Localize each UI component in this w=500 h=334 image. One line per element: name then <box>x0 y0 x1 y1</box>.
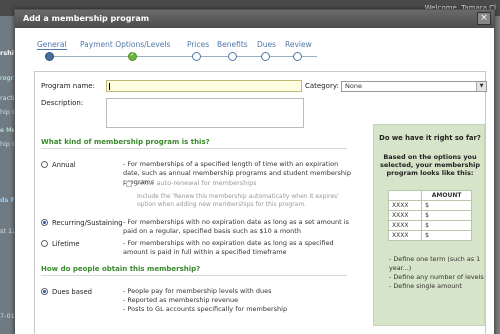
summary-panel: Do we have it right so far? Based on the… <box>373 124 485 326</box>
tab-general[interactable]: General <box>37 40 67 49</box>
tab-benefits[interactable]: Benefits <box>217 40 248 49</box>
lifetime-description: - For memberships with no expiration dat… <box>123 239 334 256</box>
description-textarea[interactable] <box>106 98 304 128</box>
level-name-cell: XXXX <box>387 230 423 241</box>
kind-section-title: What kind of membership program is this? <box>41 138 210 146</box>
level-name-cell: XXXX <box>387 200 423 211</box>
wizard-progress-line <box>49 56 317 57</box>
auto-renewal-checkbox[interactable] <box>126 181 132 187</box>
summary-bullet: - Define single amount <box>389 282 462 290</box>
tab-prices[interactable]: Prices <box>187 40 209 49</box>
summary-bullet: - Define any number of levels <box>389 273 484 281</box>
lifetime-radio[interactable] <box>41 240 48 247</box>
amount-column-header: AMOUNT <box>421 190 472 201</box>
table-row: XXXX $ <box>387 210 472 221</box>
category-value: None <box>345 82 362 90</box>
table-row: XXXX $ <box>387 230 472 241</box>
step-dot-icon[interactable] <box>293 52 302 61</box>
summary-subtitle: Based on the options you selected, your … <box>379 153 481 177</box>
background-page: rshi rogra ractive hip C e Me hip C ds f… <box>0 16 14 334</box>
table-row: XXXX $ <box>387 200 472 211</box>
bg-fragment: rogra <box>0 74 14 82</box>
annual-radio[interactable] <box>41 161 48 168</box>
dues-based-radio[interactable] <box>41 288 48 295</box>
dialog-title: Add a membership program <box>15 10 494 28</box>
bg-fragment: st 12 m <box>0 227 14 235</box>
dues-bullet: - Reported as membership revenue <box>123 296 239 304</box>
add-membership-dialog: Add a membership program × General Payme… <box>14 9 495 334</box>
bg-fragment: ractive <box>0 94 14 102</box>
step-dot-icon[interactable] <box>192 52 201 61</box>
table-row: XXXX $ <box>387 220 472 231</box>
level-name-cell: XXXX <box>387 220 423 231</box>
auto-renewal-label: Allow auto-renewal for memberships <box>137 179 257 187</box>
tab-payment-options-levels[interactable]: Payment Options/Levels <box>80 40 170 49</box>
amount-cell: $ <box>421 210 472 221</box>
dues-bullet: - People pay for membership levels with … <box>123 287 272 295</box>
dues-section-title: How do people obtain this membership? <box>41 265 201 273</box>
chevron-down-icon[interactable]: ▼ <box>476 82 486 91</box>
lifetime-label[interactable]: Lifetime <box>52 240 80 248</box>
step-dot-icon[interactable] <box>261 52 270 61</box>
bg-fragment: 7-01-21 <box>0 312 14 320</box>
program-name-label: Program name: <box>41 82 95 90</box>
tab-review[interactable]: Review <box>285 40 312 49</box>
bg-fragment: e Me <box>0 126 14 134</box>
level-name-cell: XXXX <box>387 210 423 221</box>
program-name-input[interactable] <box>106 80 302 92</box>
description-label: Description: <box>41 99 84 107</box>
active-step-underline <box>37 49 67 50</box>
summary-bullets: - Define one term (such as 1 year...) - … <box>389 255 484 291</box>
amount-cell: $ <box>421 230 472 241</box>
summary-table-header: AMOUNT <box>387 190 472 201</box>
auto-renewal-note: Include the 'Renew this membership autom… <box>137 193 339 208</box>
dues-based-label[interactable]: Dues based <box>52 288 92 296</box>
bg-fragment: rshi <box>0 49 14 57</box>
annual-label[interactable]: Annual <box>52 161 76 169</box>
tab-dues[interactable]: Dues <box>257 40 276 49</box>
section-divider <box>41 275 347 276</box>
category-label: Category: <box>305 82 339 90</box>
close-button[interactable]: × <box>477 12 491 25</box>
section-divider <box>41 148 347 149</box>
step-current-icon[interactable] <box>45 52 54 61</box>
recurring-sustaining-label[interactable]: Recurring/Sustaining <box>52 219 123 227</box>
amount-cell: $ <box>421 200 472 211</box>
name-column-header <box>387 190 423 201</box>
recurring-description: - For memberships with no expiration dat… <box>123 218 349 235</box>
summary-title: Do we have it right so far? <box>379 134 481 142</box>
recurring-sustaining-radio[interactable] <box>41 219 48 226</box>
dues-bullet: - Posts to GL accounts specifically for … <box>123 305 288 313</box>
category-select[interactable]: None ▼ <box>341 81 487 92</box>
bg-fragment: ds for <box>0 196 14 204</box>
bg-fragment: hip C <box>0 108 14 116</box>
bg-fragment: hip C <box>0 140 14 148</box>
summary-table: AMOUNT XXXX $ XXXX $ XXXX $ XXXX $ <box>387 190 472 241</box>
amount-cell: $ <box>421 220 472 231</box>
step-dot-icon[interactable] <box>228 52 237 61</box>
step-complete-check-icon[interactable] <box>128 51 137 61</box>
wizard-steps: General Payment Options/Levels Prices Be… <box>37 40 337 62</box>
summary-bullet: - Define one term (such as 1 year...) <box>389 255 481 272</box>
